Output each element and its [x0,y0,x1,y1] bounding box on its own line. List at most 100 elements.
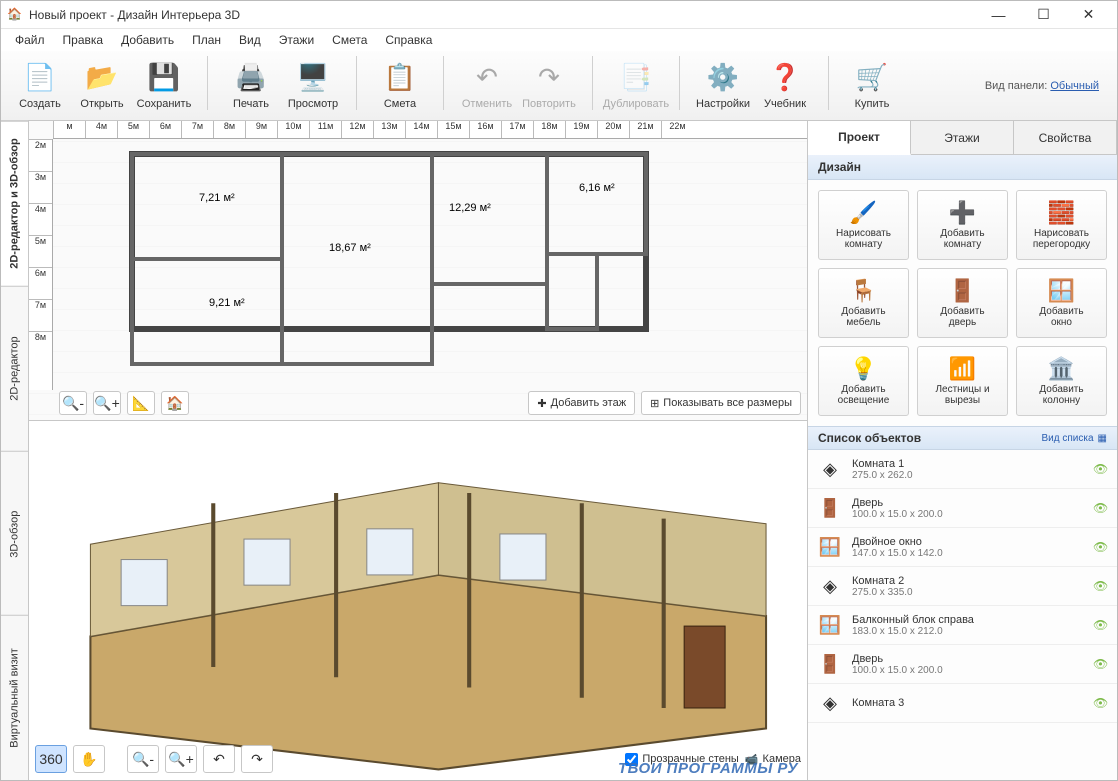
tool-icon: 🏛️ [1048,356,1075,382]
object-row[interactable]: 🪟Двойное окно147.0 x 15.0 x 142.0👁 [808,528,1117,567]
toolbar-Учебник[interactable]: ❓Учебник [756,56,814,116]
tool-Добавить-освещение[interactable]: 💡Добавитьосвещение [818,346,909,416]
visibility-icon[interactable]: 👁 [1093,501,1109,515]
undo-3d-button[interactable]: ↶ [203,745,235,773]
design-section-header: Дизайн [808,155,1117,180]
tools-grid: 🖌️Нарисоватькомнату➕Добавитькомнату🧱Нари… [808,180,1117,426]
toolbar-Дублировать: 📑Дублировать [607,56,665,116]
pan-button[interactable]: ✋ [73,745,105,773]
tool-Добавить-мебель[interactable]: 🪑Добавитьмебель [818,268,909,338]
maximize-button[interactable]: ☐ [1021,1,1066,29]
tool-icon: 🪑 [850,278,877,304]
tool-Добавить-комнату[interactable]: ➕Добавитькомнату [917,190,1008,260]
floorplan-svg: 7,21 м²18,67 м²12,29 м²6,16 м²9,21 м² [129,151,649,371]
object-row[interactable]: 🪟Балконный блок справа183.0 x 15.0 x 212… [808,606,1117,645]
menu-План[interactable]: План [184,31,229,49]
tool-icon: 🚪 [949,278,976,304]
window-title: Новый проект - Дизайн Интерьера 3D [29,8,976,22]
zoom-out-3d-button[interactable]: 🔍- [127,745,159,773]
home-button[interactable]: 🏠 [161,391,189,415]
tool-icon: 🧱 [1048,200,1075,226]
right-tabs: ПроектЭтажиСвойства [808,121,1117,155]
object-row[interactable]: ◈Комната 3👁 [808,684,1117,723]
plan-2d[interactable]: м4м5м6м7м8м9м10м11м12м13м14м15м16м17м18м… [29,121,807,421]
tool-icon: 🪟 [1048,278,1075,304]
toolbar-Открыть[interactable]: 📂Открыть [73,56,131,116]
tool-Добавить-дверь[interactable]: 🚪Добавитьдверь [917,268,1008,338]
tool-Добавить-окно[interactable]: 🪟Добавитьокно [1016,268,1107,338]
Просмотр-icon: 🖥️ [297,62,329,94]
object-icon: ◈ [816,689,844,717]
tool-Нарисовать-комнату[interactable]: 🖌️Нарисоватькомнату [818,190,909,260]
panel-mode: Вид панели: Обычный [985,80,1107,92]
room-label: 7,21 м² [199,192,235,204]
toolbar: 📄Создать📂Открыть💾Сохранить 🖨️Печать🖥️Прос… [1,51,1117,121]
toolbar-Купить[interactable]: 🛒Купить [843,56,901,116]
room-label: 6,16 м² [579,182,615,194]
menu-Смета[interactable]: Смета [324,31,375,49]
menu-Добавить[interactable]: Добавить [113,31,182,49]
toolbar-Настройки[interactable]: ⚙️Настройки [694,56,752,116]
sidetab-3[interactable]: Виртуальный визит [1,615,28,780]
visibility-icon[interactable]: 👁 [1093,540,1109,554]
view-3d[interactable]: 360 ✋ 🔍- 🔍+ ↶ ↷ Прозрачные стены 📹 Камер… [29,421,807,780]
rtab-Этажи[interactable]: Этажи [911,121,1014,154]
ruler-vertical: 2м3м4м5м6м7м8м [29,139,53,390]
visibility-icon[interactable]: 👁 [1093,462,1109,476]
object-icon: 🪟 [816,533,844,561]
toolbar-Отменить: ↶Отменить [458,56,516,116]
tool-Лестницы и-вырезы[interactable]: 📶Лестницы ивырезы [917,346,1008,416]
tool-Добавить-колонну[interactable]: 🏛️Добавитьколонну [1016,346,1107,416]
Настройки-icon: ⚙️ [707,62,739,94]
ruler-horizontal: м4м5м6м7м8м9м10м11м12м13м14м15м16м17м18м… [53,121,807,139]
toolbar-Повторить: ↷Повторить [520,56,578,116]
visibility-icon[interactable]: 👁 [1093,618,1109,632]
visibility-icon[interactable]: 👁 [1093,579,1109,593]
object-row[interactable]: ◈Комната 1275.0 x 262.0👁 [808,450,1117,489]
objlist-header: Список объектов Вид списка ▦ [808,426,1117,450]
zoom-in-3d-button[interactable]: 🔍+ [165,745,197,773]
object-row[interactable]: 🚪Дверь100.0 x 15.0 x 200.0👁 [808,645,1117,684]
sidetab-1[interactable]: 2D-редактор [1,286,28,451]
visibility-icon[interactable]: 👁 [1093,696,1109,710]
minimize-button[interactable]: — [976,1,1021,29]
visibility-icon[interactable]: 👁 [1093,657,1109,671]
add-floor-button[interactable]: ✚Добавить этаж [528,391,635,415]
Дублировать-icon: 📑 [620,62,652,94]
sidetab-2[interactable]: 3D-обзор [1,451,28,616]
menu-Справка[interactable]: Справка [377,31,440,49]
menu-Вид[interactable]: Вид [231,31,269,49]
toolbar-Просмотр[interactable]: 🖥️Просмотр [284,56,342,116]
titlebar: 🏠 Новый проект - Дизайн Интерьера 3D — ☐… [1,1,1117,29]
measure-button[interactable]: 📐 [127,391,155,415]
toolbar-Сохранить[interactable]: 💾Сохранить [135,56,193,116]
rotate-360-button[interactable]: 360 [35,745,67,773]
object-row[interactable]: 🚪Дверь100.0 x 15.0 x 200.0👁 [808,489,1117,528]
zoom-in-button[interactable]: 🔍+ [93,391,121,415]
zoom-out-button[interactable]: 🔍- [59,391,87,415]
sidetab-0[interactable]: 2D-редактор и 3D-обзор [1,121,28,286]
tool-icon: 🖌️ [850,200,877,226]
transparent-walls-checkbox[interactable]: Прозрачные стены [625,753,738,766]
close-button[interactable]: ✕ [1066,1,1111,29]
tool-Нарисовать-перегородку[interactable]: 🧱Нарисоватьперегородку [1016,190,1107,260]
room-label: 18,67 м² [329,242,371,254]
menu-Файл[interactable]: Файл [7,31,53,49]
camera-option[interactable]: 📹 Камера [745,753,801,766]
toolbar-Смета[interactable]: 📋Смета [371,56,429,116]
sidetabs: 2D-редактор и 3D-обзор2D-редактор3D-обзо… [1,121,29,780]
show-dims-button[interactable]: ⊞Показывать все размеры [641,391,801,415]
toolbar-Создать[interactable]: 📄Создать [11,56,69,116]
rtab-Проект[interactable]: Проект [808,121,911,155]
menubar: ФайлПравкаДобавитьПланВидЭтажиСметаСправ… [1,29,1117,51]
redo-3d-button[interactable]: ↷ [241,745,273,773]
list-mode-button[interactable]: Вид списка ▦ [1042,433,1107,444]
menu-Правка[interactable]: Правка [55,31,112,49]
toolbar-Печать[interactable]: 🖨️Печать [222,56,280,116]
menu-Этажи[interactable]: Этажи [271,31,322,49]
tool-icon: 💡 [850,356,877,382]
tool-icon: 📶 [949,356,976,382]
panel-mode-link[interactable]: Обычный [1050,80,1099,92]
object-row[interactable]: ◈Комната 2275.0 x 335.0👁 [808,567,1117,606]
rtab-Свойства[interactable]: Свойства [1014,121,1117,154]
